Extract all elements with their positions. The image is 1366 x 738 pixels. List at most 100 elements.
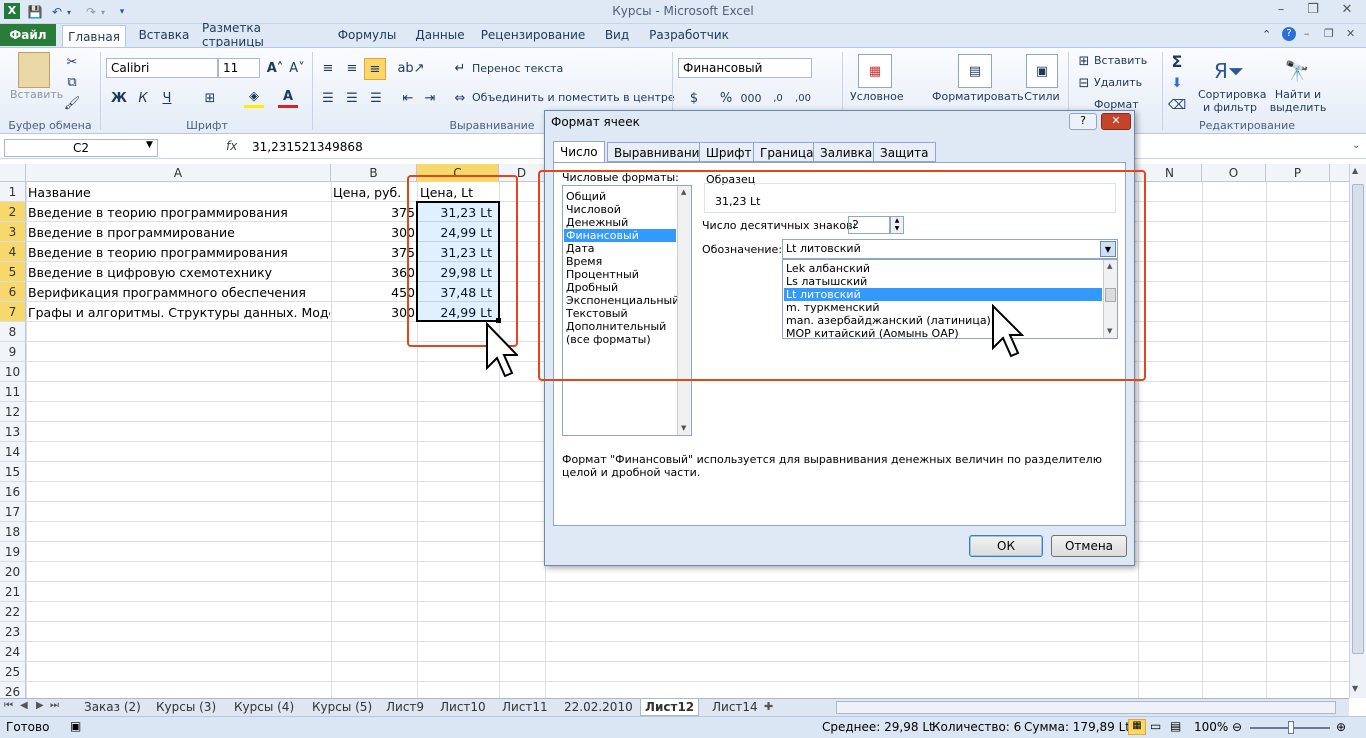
align-right-icon[interactable]: ☰ [366, 88, 386, 108]
row-header[interactable]: 23 [0, 622, 26, 642]
align-left-icon[interactable]: ☰ [318, 88, 338, 108]
expand-formula-bar-icon[interactable]: ⌄ [1352, 140, 1360, 151]
shrink-font-icon[interactable]: A˅ [288, 58, 306, 78]
vertical-scrollbar[interactable]: ▲ ▼ [1349, 164, 1366, 698]
format-painter-icon[interactable]: 🖌 [64, 95, 81, 111]
cell-styles-button[interactable]: Стили [1024, 90, 1060, 103]
minimize-icon[interactable]: – [1268, 2, 1294, 20]
normal-view-icon[interactable]: ▦ [1128, 719, 1146, 735]
row-header[interactable]: 17 [0, 502, 26, 522]
tab-developer[interactable]: Разработчик [646, 25, 732, 45]
row-header[interactable]: 5 [0, 262, 26, 282]
doc-restore-icon[interactable]: ❐ [1324, 27, 1334, 40]
percent-icon[interactable]: % [716, 88, 736, 108]
increase-decimal-icon[interactable]: ,0 [768, 88, 788, 108]
italic-icon[interactable]: К [134, 88, 152, 108]
sheet-tab-list14[interactable]: Лист14 [708, 699, 762, 716]
tab-home[interactable]: Главная [62, 25, 126, 48]
cell-b[interactable]: 450 [333, 283, 415, 303]
row-header[interactable]: 3 [0, 222, 26, 242]
cell-b[interactable]: 375 [333, 203, 415, 223]
cell-styles-icon[interactable]: ▣ [1026, 54, 1058, 88]
row-header[interactable]: 15 [0, 462, 26, 482]
decrease-indent-icon[interactable]: ⇤ [398, 88, 418, 108]
bold-icon[interactable]: Ж [110, 88, 128, 108]
sheet-tab-kursy5[interactable]: Курсы (5) [308, 699, 376, 716]
formula-input[interactable]: 31,231521349868 [252, 140, 363, 154]
column-header-a[interactable]: A [26, 164, 331, 182]
row-header[interactable]: 6 [0, 282, 26, 302]
cell-a[interactable]: Введение в теорию программирования [28, 243, 330, 263]
horizontal-scrollbar[interactable] [836, 701, 1336, 714]
borders-icon[interactable]: ⊞ [200, 88, 220, 108]
tab-formulas[interactable]: Формулы [330, 25, 404, 45]
paste-icon[interactable] [18, 52, 50, 88]
orientation-icon[interactable]: ab↗ [397, 58, 424, 78]
scroll-down-icon[interactable]: ▼ [1352, 684, 1358, 693]
formats-scroll-down-icon[interactable]: ▼ [681, 424, 686, 432]
copy-icon[interactable]: ⧉ [64, 74, 80, 90]
row-header[interactable]: 9 [0, 342, 26, 362]
sheet-tab-date[interactable]: 22.02.2010 [560, 699, 637, 716]
find-select-icon[interactable]: 🔭 [1280, 54, 1314, 88]
cell-b[interactable]: 300 [333, 303, 415, 323]
tab-review[interactable]: Рецензирование [480, 25, 586, 45]
dialog-tab-font[interactable]: Шрифт [699, 142, 759, 162]
sheet-nav-prev-icon[interactable]: ◀ [20, 700, 28, 711]
align-center-icon[interactable]: ☰ [342, 88, 362, 108]
sheet-tab-list10[interactable]: Лист10 [436, 699, 490, 716]
sheet-tab-zakaz2[interactable]: Заказ (2) [80, 699, 145, 716]
row-header[interactable]: 16 [0, 482, 26, 502]
row-header[interactable]: 21 [0, 582, 26, 602]
name-box[interactable]: C2 [4, 139, 158, 157]
row-header[interactable]: 1 [0, 182, 26, 202]
cell-a[interactable]: Верификация программного обеспечения [28, 283, 330, 303]
find-select-label-1[interactable]: Найти и [1266, 88, 1330, 101]
doc-minimize-icon[interactable]: – [1304, 27, 1310, 40]
row-header[interactable]: 2 [0, 202, 26, 222]
doc-close-icon[interactable]: ✕ [1346, 27, 1355, 40]
cell-a[interactable]: Графы и алгоритмы. Структуры данных. Мод… [28, 303, 330, 323]
close-icon[interactable]: ✕ [1334, 2, 1360, 20]
dialog-tab-protection[interactable]: Защита [873, 142, 936, 162]
column-header-n[interactable]: N [1138, 164, 1202, 182]
zoom-out-icon[interactable]: ⊖ [1232, 720, 1242, 734]
row-header[interactable]: 10 [0, 362, 26, 382]
cut-icon[interactable]: ✂ [64, 54, 80, 70]
wrap-text-button[interactable]: Перенос текста [472, 62, 563, 75]
conditional-format-button[interactable]: Условное [850, 90, 904, 103]
row-header[interactable]: 13 [0, 422, 26, 442]
tab-page-layout[interactable]: Разметка страницы [202, 21, 324, 49]
column-header-p[interactable]: P [1266, 164, 1330, 182]
cell-a[interactable]: Введение в теорию программирования [28, 203, 330, 223]
cell-a[interactable]: Введение в программирование [28, 223, 330, 243]
clear-icon[interactable]: ⌫ [1168, 96, 1186, 114]
row-header[interactable]: 18 [0, 522, 26, 542]
cell-b[interactable]: 360 [333, 263, 415, 283]
row-header[interactable]: 12 [0, 402, 26, 422]
page-break-view-icon[interactable]: ▤ [1170, 719, 1181, 733]
fill-icon[interactable]: ⬇ [1168, 74, 1186, 92]
conditional-format-icon[interactable]: ▦ [858, 54, 892, 88]
sheet-nav-last-icon[interactable]: ⏭ [50, 700, 59, 711]
cell-b[interactable]: 375 [333, 243, 415, 263]
row-header[interactable]: 14 [0, 442, 26, 462]
cell-a1[interactable]: Название [28, 183, 91, 203]
tab-insert[interactable]: Вставка [132, 25, 196, 45]
column-header-b[interactable]: B [331, 164, 417, 182]
help-icon[interactable]: ? [1282, 27, 1296, 41]
format-table-button[interactable]: Форматировать [932, 90, 1024, 103]
sheet-tab-kursy3[interactable]: Курсы (3) [152, 699, 220, 716]
sort-filter-label-2[interactable]: и фильтр [1198, 101, 1262, 114]
row-header[interactable]: 25 [0, 662, 26, 682]
row-header[interactable]: 24 [0, 642, 26, 662]
font-size-combo[interactable]: 11 [218, 58, 260, 78]
find-select-label-2[interactable]: выделить [1266, 101, 1330, 114]
sort-filter-label-1[interactable]: Сортировка [1198, 88, 1267, 101]
name-box-dropdown-icon[interactable]: ▼ [146, 140, 153, 150]
row-header[interactable]: 7 [0, 302, 26, 322]
sheet-nav-first-icon[interactable]: ⏮ [4, 700, 13, 711]
number-format-combo[interactable]: Финансовый [678, 58, 812, 78]
zoom-in-icon[interactable]: ⊕ [1336, 720, 1346, 734]
align-top-icon[interactable]: ≡ [318, 58, 338, 78]
